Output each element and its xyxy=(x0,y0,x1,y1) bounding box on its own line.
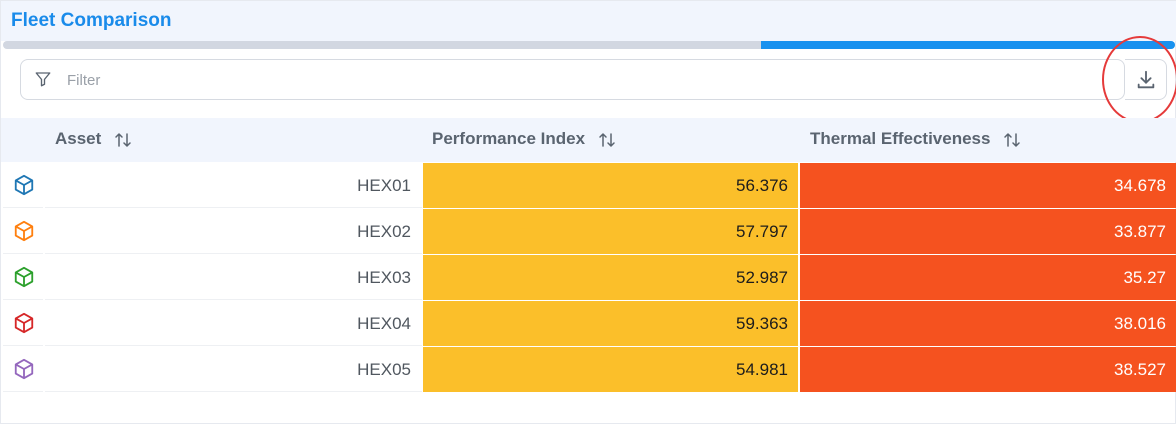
panel-title: Fleet Comparison xyxy=(11,10,172,31)
performance-index-cell: 59.363 xyxy=(423,301,798,346)
asset-icon-cell xyxy=(3,255,43,300)
performance-index-cell: 54.981 xyxy=(423,347,798,392)
asset-icon-cell xyxy=(3,347,43,392)
fleet-comparison-panel: Fleet Comparison Asset Performance Index xyxy=(0,0,1176,424)
asset-cell: HEX04 xyxy=(45,301,422,346)
column-header-label: Asset xyxy=(55,129,102,148)
download-button[interactable] xyxy=(1125,59,1167,100)
column-header-label: Performance Index xyxy=(432,129,586,148)
thermal-effectiveness-cell: 33.877 xyxy=(800,209,1176,254)
asset-cell: HEX02 xyxy=(45,209,422,254)
panel-header: Fleet Comparison xyxy=(1,1,1176,41)
column-header-performance-index[interactable]: Performance Index xyxy=(432,129,616,149)
asset-icon-cell xyxy=(3,163,43,208)
asset-cell: HEX03 xyxy=(45,255,422,300)
performance-index-cell: 56.376 xyxy=(423,163,798,208)
cube-icon xyxy=(14,174,34,196)
sort-arrows-icon xyxy=(599,132,615,147)
table-row[interactable]: HEX05 54.981 38.527 xyxy=(1,347,1176,393)
thermal-effectiveness-cell: 38.527 xyxy=(800,347,1176,392)
performance-index-cell: 57.797 xyxy=(423,209,798,254)
performance-index-cell: 52.987 xyxy=(423,255,798,300)
column-header-label: Thermal Effectiveness xyxy=(810,129,991,148)
cube-icon xyxy=(14,312,34,334)
asset-cell: HEX05 xyxy=(45,347,422,392)
thermal-effectiveness-cell: 35.27 xyxy=(800,255,1176,300)
asset-icon-cell xyxy=(3,209,43,254)
filter-box xyxy=(20,59,1125,100)
thermal-effectiveness-cell: 38.016 xyxy=(800,301,1176,346)
table-row[interactable]: HEX01 56.376 34.678 xyxy=(1,163,1176,209)
column-header-thermal-effectiveness[interactable]: Thermal Effectiveness xyxy=(810,129,1021,149)
table-row[interactable]: HEX03 52.987 35.27 xyxy=(1,255,1176,301)
thermal-effectiveness-cell: 34.678 xyxy=(800,163,1176,208)
filter-input[interactable] xyxy=(67,68,1067,92)
filter-funnel-icon xyxy=(35,72,51,87)
column-header-asset[interactable]: Asset xyxy=(55,129,132,149)
asset-icon-cell xyxy=(3,301,43,346)
sort-arrows-icon xyxy=(1004,132,1020,147)
cube-icon xyxy=(14,358,34,380)
cube-icon xyxy=(14,266,34,288)
download-icon xyxy=(1137,70,1155,89)
progress-bar xyxy=(3,41,1175,49)
table-header: Asset Performance Index Thermal Effectiv… xyxy=(1,118,1176,162)
asset-cell: HEX01 xyxy=(45,163,422,208)
table-row[interactable]: HEX02 57.797 33.877 xyxy=(1,209,1176,255)
cube-icon xyxy=(14,220,34,242)
progress-bar-fill xyxy=(761,41,1175,49)
table-row[interactable]: HEX04 59.363 38.016 xyxy=(1,301,1176,347)
sort-arrows-icon xyxy=(115,132,131,147)
